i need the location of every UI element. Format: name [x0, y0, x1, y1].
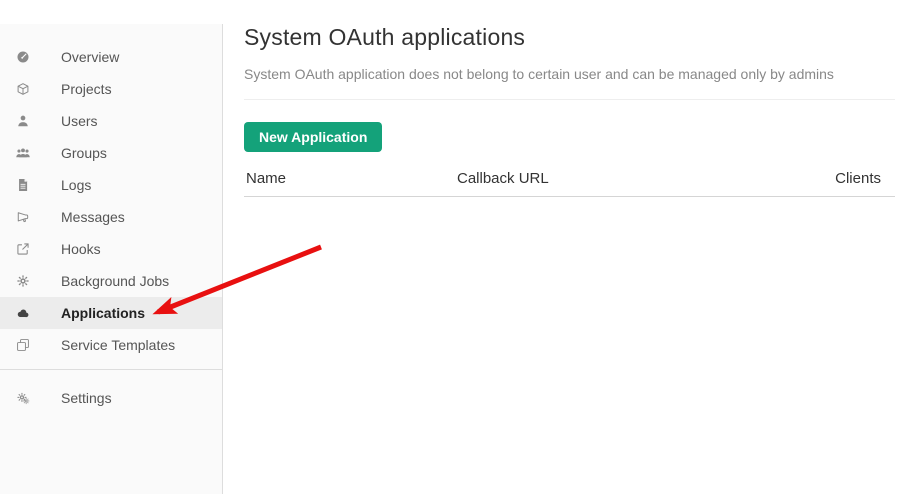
sidebar-item-users[interactable]: Users — [0, 105, 222, 137]
gear-icon — [14, 274, 32, 288]
sidebar-item-hooks[interactable]: Hooks — [0, 233, 222, 265]
sidebar: Overview Projects Users Groups Logs Mess… — [0, 24, 223, 494]
page-title: System OAuth applications — [244, 24, 895, 51]
sidebar-item-label: Overview — [61, 49, 119, 65]
sidebar-item-label: Background Jobs — [61, 273, 169, 289]
sidebar-item-applications[interactable]: Applications — [0, 297, 222, 329]
sidebar-divider — [0, 369, 222, 370]
column-header-clients: Clients — [785, 170, 895, 187]
applications-table-header: Name Callback URL Clients — [244, 170, 895, 197]
sidebar-item-messages[interactable]: Messages — [0, 201, 222, 233]
sidebar-item-label: Hooks — [61, 241, 101, 257]
megaphone-icon — [14, 210, 32, 224]
sidebar-item-overview[interactable]: Overview — [0, 41, 222, 73]
sidebar-item-label: Projects — [61, 81, 112, 97]
cloud-icon — [14, 306, 32, 320]
file-icon — [14, 178, 32, 192]
sidebar-item-label: Messages — [61, 209, 125, 225]
new-application-button[interactable]: New Application — [244, 122, 382, 152]
column-header-name: Name — [244, 170, 455, 187]
main-content: System OAuth applications System OAuth a… — [224, 24, 898, 197]
users-icon — [14, 146, 32, 160]
sidebar-item-logs[interactable]: Logs — [0, 169, 222, 201]
column-header-callback-url: Callback URL — [455, 170, 785, 187]
sidebar-item-projects[interactable]: Projects — [0, 73, 222, 105]
clone-icon — [14, 338, 32, 352]
sidebar-item-label: Service Templates — [61, 337, 175, 353]
sidebar-item-settings[interactable]: Settings — [0, 382, 222, 414]
user-icon — [14, 114, 32, 128]
cogs-icon — [14, 391, 32, 405]
external-link-icon — [14, 242, 32, 256]
header-divider — [244, 99, 895, 100]
sidebar-item-label: Settings — [61, 390, 112, 406]
sidebar-item-label: Logs — [61, 177, 91, 193]
sidebar-item-groups[interactable]: Groups — [0, 137, 222, 169]
cube-icon — [14, 82, 32, 96]
sidebar-item-label: Groups — [61, 145, 107, 161]
sidebar-item-label: Users — [61, 113, 98, 129]
sidebar-item-service-templates[interactable]: Service Templates — [0, 329, 222, 361]
sidebar-item-background-jobs[interactable]: Background Jobs — [0, 265, 222, 297]
gauge-icon — [14, 50, 32, 64]
page-subtitle: System OAuth application does not belong… — [244, 66, 895, 82]
sidebar-item-label: Applications — [61, 305, 145, 321]
